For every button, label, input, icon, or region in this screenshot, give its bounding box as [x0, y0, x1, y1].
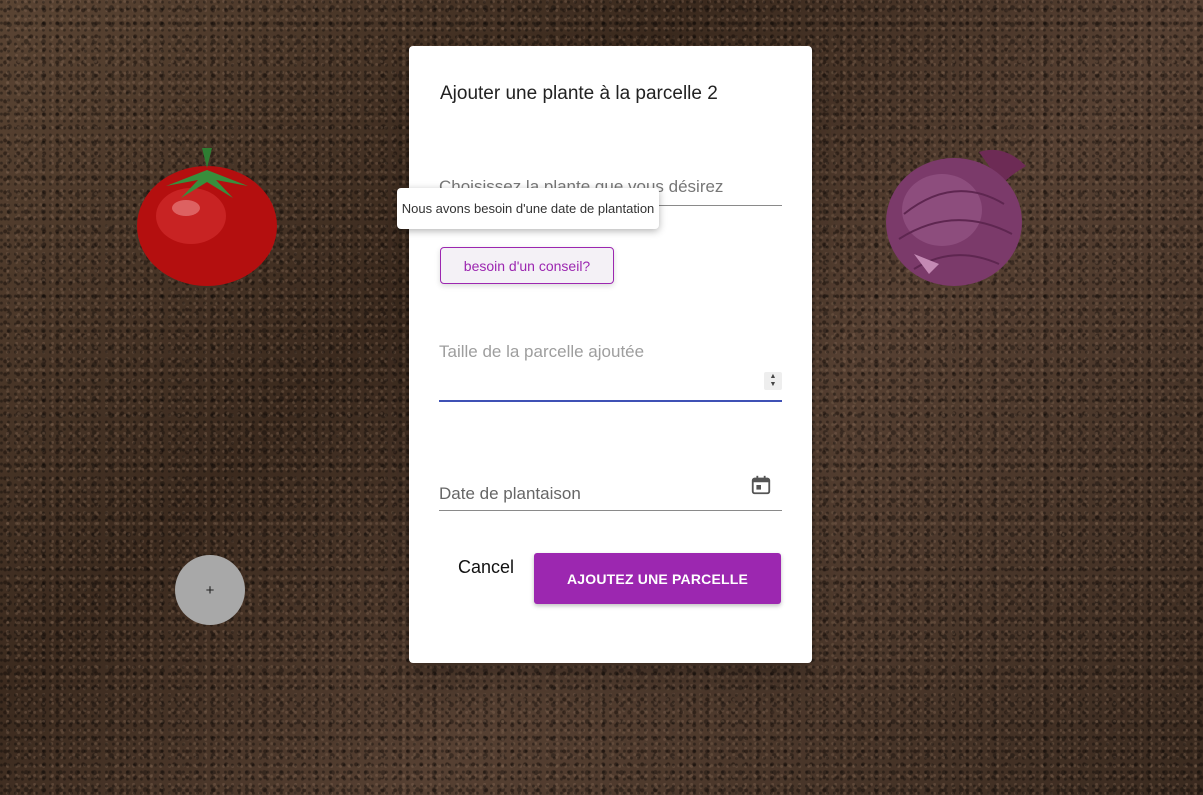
- add-parcel-button[interactable]: AJOUTEZ UNE PARCELLE: [534, 553, 781, 604]
- validation-tooltip: Nous avons besoin d'une date de plantati…: [397, 188, 659, 229]
- add-plant-dialog: Ajouter une plante à la parcelle 2 Chois…: [409, 46, 812, 663]
- add-parcel-fab[interactable]: +: [175, 555, 245, 625]
- red-onion-image: [886, 149, 1026, 286]
- hint-button[interactable]: besoin d'un conseil?: [440, 247, 614, 284]
- parcel-size-input[interactable]: Taille de la parcelle ajoutée ▲ ▼: [439, 336, 782, 402]
- planting-date-placeholder: Date de plantaison: [439, 484, 581, 503]
- calendar-icon[interactable]: [750, 474, 772, 496]
- number-spinner-icon[interactable]: ▲ ▼: [764, 372, 782, 390]
- parcel-size-label: Taille de la parcelle ajoutée: [439, 342, 645, 361]
- tomato-image: [137, 148, 277, 286]
- tooltip-text: Nous avons besoin d'une date de plantati…: [401, 201, 655, 216]
- planting-date-input[interactable]: Date de plantaison: [439, 470, 782, 511]
- cancel-button[interactable]: Cancel: [452, 553, 520, 582]
- dialog-title: Ajouter une plante à la parcelle 2: [440, 83, 718, 104]
